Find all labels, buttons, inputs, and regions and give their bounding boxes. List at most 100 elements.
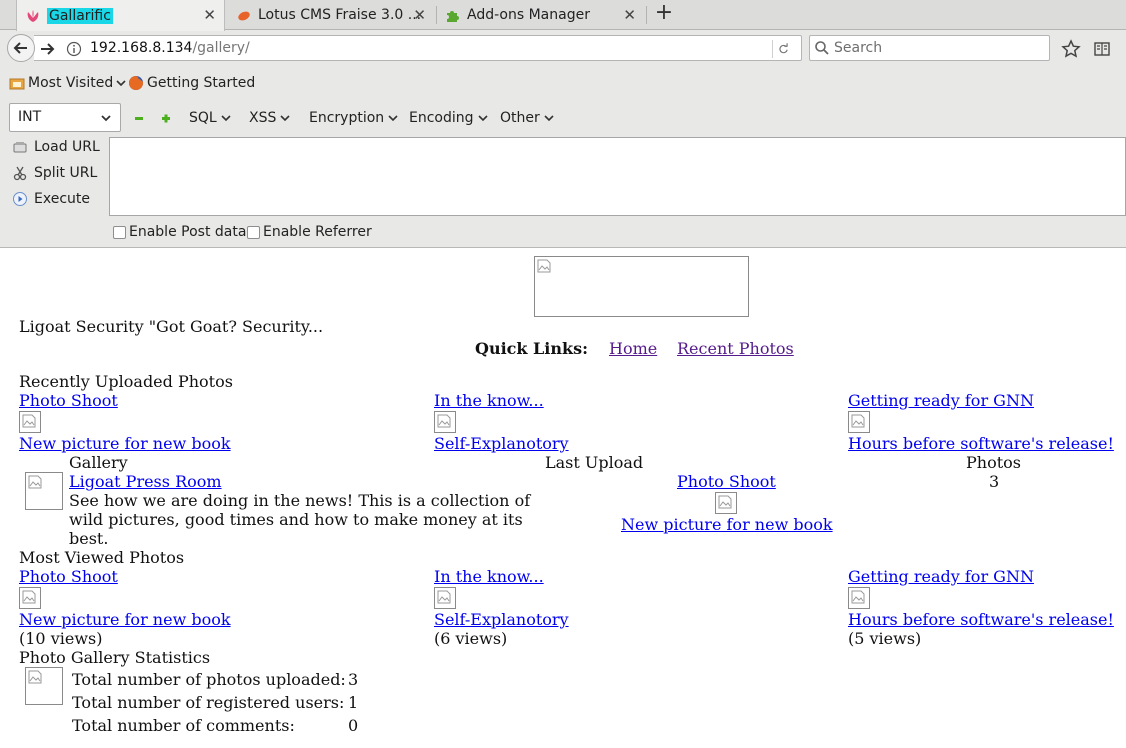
stat-value: 1 — [348, 693, 359, 712]
forward-button[interactable] — [38, 40, 56, 58]
close-tab-icon[interactable]: ✕ — [413, 6, 426, 24]
checkbox-box[interactable] — [113, 225, 126, 239]
stat-label: Total number of registered users: — [72, 693, 345, 712]
last-upload-album-link[interactable]: Photo Shoot — [677, 472, 776, 491]
menu-xss[interactable]: XSS — [249, 110, 291, 126]
menu-other[interactable]: Other — [500, 110, 555, 126]
split-url-button[interactable]: Split URL — [12, 165, 97, 181]
tab-bar: Gallarific ✕ Lotus CMS Fraise 3.0 ... ✕ … — [0, 0, 1126, 31]
viewed-thumbnail[interactable] — [19, 587, 41, 609]
close-tab-icon[interactable]: ✕ — [623, 6, 636, 24]
recent-album-link[interactable]: Photo Shoot — [19, 391, 118, 410]
close-tab-icon[interactable]: ✕ — [203, 6, 216, 24]
bookmark-star-icon[interactable] — [1061, 39, 1081, 59]
flower-favicon-icon — [25, 8, 41, 24]
last-upload-thumbnail[interactable] — [715, 492, 737, 514]
tab-lotus-cms[interactable]: Lotus CMS Fraise 3.0 ... ✕ — [228, 0, 434, 30]
menu-encoding[interactable]: Encoding — [409, 110, 489, 126]
gallery-thumbnail[interactable] — [25, 472, 63, 510]
reading-list-icon[interactable] — [1093, 40, 1111, 58]
bookmark-most-visited[interactable]: Most Visited — [9, 75, 127, 91]
view-count: (5 views) — [848, 629, 922, 648]
stats-heading: Photo Gallery Statistics — [19, 648, 211, 667]
viewed-photo-link[interactable]: New picture for new book — [19, 610, 231, 629]
checkbox-box[interactable] — [247, 225, 260, 239]
broken-image-icon — [851, 414, 865, 428]
reload-icon[interactable] — [772, 40, 790, 58]
firefox-icon — [129, 76, 143, 90]
viewed-thumbnail[interactable] — [848, 587, 870, 609]
quick-link-recent-photos[interactable]: Recent Photos — [677, 339, 794, 358]
tab-label: Gallarific — [47, 7, 113, 24]
new-tab-icon[interactable]: + — [652, 2, 676, 26]
gallery-name-link[interactable]: Ligoat Press Room — [69, 472, 222, 491]
chevron-down-icon — [477, 115, 488, 122]
recent-thumbnail[interactable] — [434, 411, 456, 433]
menu-label: Encoding — [409, 110, 474, 126]
load-url-icon — [13, 142, 27, 153]
checkbox-label: Enable Post data — [129, 224, 247, 240]
search-icon — [815, 41, 829, 55]
tab-addons-manager[interactable]: Add-ons Manager ✕ — [437, 0, 644, 30]
viewed-album-link[interactable]: Photo Shoot — [19, 567, 118, 586]
stats-image — [25, 667, 63, 705]
bookmarks-toolbar: Most Visited Getting Started — [0, 70, 1126, 98]
recent-photo-link[interactable]: Self-Explanotory — [434, 434, 569, 453]
enable-post-data-checkbox[interactable]: Enable Post data — [113, 224, 246, 240]
viewed-photo-link[interactable]: Self-Explanotory — [434, 610, 569, 629]
search-input[interactable] — [834, 38, 1044, 58]
bookmark-getting-started[interactable]: Getting Started — [128, 75, 255, 91]
recent-album-link[interactable]: Getting ready for GNN — [848, 391, 1034, 410]
info-icon[interactable] — [66, 41, 82, 57]
menu-label: XSS — [249, 110, 277, 126]
type-select[interactable]: INT — [9, 103, 121, 132]
gallery-description-line: wild pictures, good times and how to mak… — [69, 510, 523, 529]
broken-image-icon — [437, 590, 451, 604]
search-bar[interactable] — [809, 35, 1050, 61]
action-label: Load URL — [34, 139, 100, 155]
tab-gallarific[interactable]: Gallarific ✕ — [16, 0, 225, 31]
stat-value: 0 — [348, 716, 359, 735]
viewed-album-link[interactable]: Getting ready for GNN — [848, 567, 1034, 586]
menu-sql[interactable]: SQL — [189, 110, 232, 126]
scissors-icon — [13, 166, 27, 181]
viewed-thumbnail[interactable] — [434, 587, 456, 609]
tab-separator — [646, 6, 647, 24]
load-url-button[interactable]: Load URL — [12, 139, 100, 155]
viewed-photo-link[interactable]: Hours before software's release! — [848, 610, 1114, 629]
url-bar[interactable]: 192.168.8.134/gallery/ — [34, 35, 802, 61]
minus-icon — [135, 117, 143, 120]
stat-label: Total number of comments: — [72, 716, 295, 735]
increment-button[interactable] — [160, 112, 172, 124]
stat-label: Total number of photos uploaded: — [72, 670, 346, 689]
last-upload-photo-link[interactable]: New picture for new book — [621, 515, 833, 534]
back-button[interactable] — [7, 34, 35, 62]
site-tagline: Ligoat Security "Got Goat? Security... — [19, 317, 324, 336]
play-circle-icon — [13, 192, 27, 206]
recent-photo-link[interactable]: Hours before software's release! — [848, 434, 1114, 453]
recent-photo-link[interactable]: New picture for new book — [19, 434, 231, 453]
broken-image-icon — [437, 414, 451, 428]
gallery-photo-count: 3 — [989, 472, 1000, 491]
view-count: (10 views) — [19, 629, 103, 648]
execute-button[interactable]: Execute — [12, 191, 90, 207]
recent-thumbnail[interactable] — [848, 411, 870, 433]
viewed-album-link[interactable]: In the know... — [434, 567, 544, 586]
broken-image-icon — [537, 259, 551, 273]
action-label: Split URL — [34, 165, 98, 181]
quick-link-home[interactable]: Home — [609, 339, 657, 358]
recent-thumbnail[interactable] — [19, 411, 41, 433]
url-text[interactable]: 192.168.8.134/gallery/ — [90, 40, 250, 56]
page-content: Ligoat Security "Got Goat? Security... Q… — [0, 249, 1126, 748]
chevron-down-icon — [116, 80, 126, 87]
url-path: /gallery/ — [192, 40, 250, 56]
hackbar-url-textarea[interactable] — [109, 137, 1126, 216]
enable-referrer-checkbox[interactable]: Enable Referrer — [247, 224, 372, 240]
action-label: Execute — [34, 191, 90, 207]
bug-favicon-icon — [236, 7, 252, 23]
menu-label: Other — [500, 110, 540, 126]
menu-encryption[interactable]: Encryption — [309, 110, 399, 126]
plus-icon — [162, 114, 170, 123]
recent-album-link[interactable]: In the know... — [434, 391, 544, 410]
decrement-button[interactable] — [133, 112, 145, 124]
